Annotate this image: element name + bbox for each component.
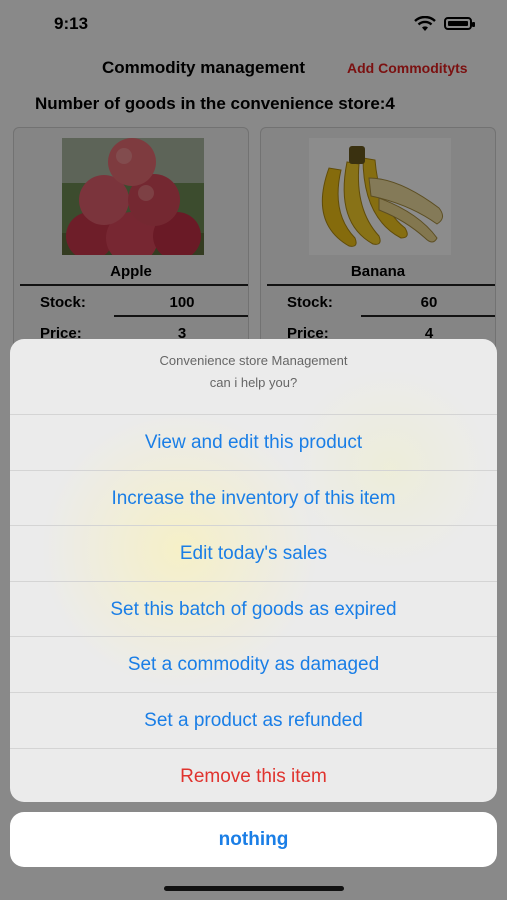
home-indicator[interactable] — [164, 886, 344, 891]
set-expired-button[interactable]: Set this batch of goods as expired — [10, 581, 497, 637]
set-damaged-button[interactable]: Set a commodity as damaged — [10, 636, 497, 692]
edit-sales-button[interactable]: Edit today's sales — [10, 525, 497, 581]
view-edit-product-button[interactable]: View and edit this product — [10, 414, 497, 470]
remove-item-button[interactable]: Remove this item — [10, 748, 497, 802]
cancel-button[interactable]: nothing — [10, 812, 497, 867]
set-refunded-button[interactable]: Set a product as refunded — [10, 692, 497, 748]
increase-inventory-button[interactable]: Increase the inventory of this item — [10, 470, 497, 526]
action-sheet-message: can i help you? — [209, 375, 298, 390]
action-sheet-title: Convenience store Management — [159, 353, 348, 368]
action-sheet: Convenience store Management can i help … — [10, 339, 497, 802]
